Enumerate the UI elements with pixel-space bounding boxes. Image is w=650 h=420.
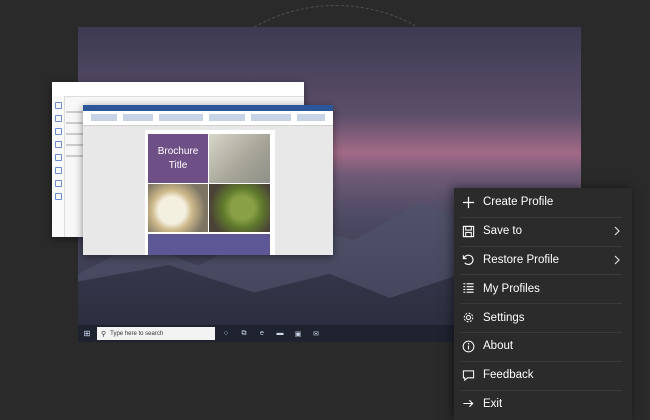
word-document-window: Brochure Title [83,105,333,255]
photo-table-setting [209,134,270,183]
taskbar-search-box[interactable]: ⚲ Type here to search [97,327,215,340]
edge-browser-icon[interactable]: e [255,325,269,342]
document-page: Brochure Title [145,130,275,255]
plus-icon [454,196,483,209]
windows-start-icon[interactable]: ⊞ [80,325,94,342]
mail-icon[interactable]: ✉ [309,325,323,342]
gear-icon [454,311,483,324]
search-icon: ⚲ [101,330,107,338]
menu-item-label: My Profiles [483,282,540,295]
menu-item-feedback[interactable]: Feedback [454,360,632,390]
ribbon-toolbar [83,111,333,126]
restore-icon [454,253,483,266]
menu-item-restore-profile[interactable]: Restore Profile [454,245,632,275]
exit-arrow-icon [454,397,483,410]
menu-item-label: Restore Profile [483,253,560,266]
brochure-purple-block [148,234,270,255]
feedback-icon [454,369,483,382]
menu-item-save-to[interactable]: Save to [454,216,632,246]
chevron-right-icon [608,226,626,236]
menu-item-label: Settings [483,311,525,324]
background-window-titlebar [52,82,304,97]
menu-item-label: About [483,340,514,353]
menu-item-label: Save to [483,225,522,238]
menu-item-label: Feedback [483,369,534,382]
menu-item-settings[interactable]: Settings [454,303,632,332]
brochure-title-line1: Brochure [157,145,199,157]
info-icon [454,340,483,353]
menu-item-exit[interactable]: Exit [454,389,632,419]
list-icon [454,282,483,295]
menu-item-label: Exit [483,397,503,410]
brochure-title-line2: Title [168,159,188,171]
store-icon[interactable]: ▣ [291,325,305,342]
save-icon [454,225,483,238]
menu-item-about[interactable]: About [454,331,632,361]
task-view-icon[interactable]: ⧉ [237,325,251,342]
profile-context-menu: Create Profile Save to Restore Profile M… [454,188,632,420]
photo-pasta-dish [148,184,208,232]
menu-item-my-profiles[interactable]: My Profiles [454,274,632,303]
search-placeholder: Type here to search [110,330,164,337]
background-window-toolbar [52,96,65,237]
menu-item-label: Create Profile [483,196,554,209]
photo-salad-dish [209,184,270,232]
file-explorer-icon[interactable]: ▬ [273,325,287,342]
menu-item-create-profile[interactable]: Create Profile [454,188,632,217]
cortana-icon[interactable]: ○ [219,325,233,342]
chevron-right-icon [608,255,626,265]
brochure-title-block: Brochure Title [148,134,208,183]
